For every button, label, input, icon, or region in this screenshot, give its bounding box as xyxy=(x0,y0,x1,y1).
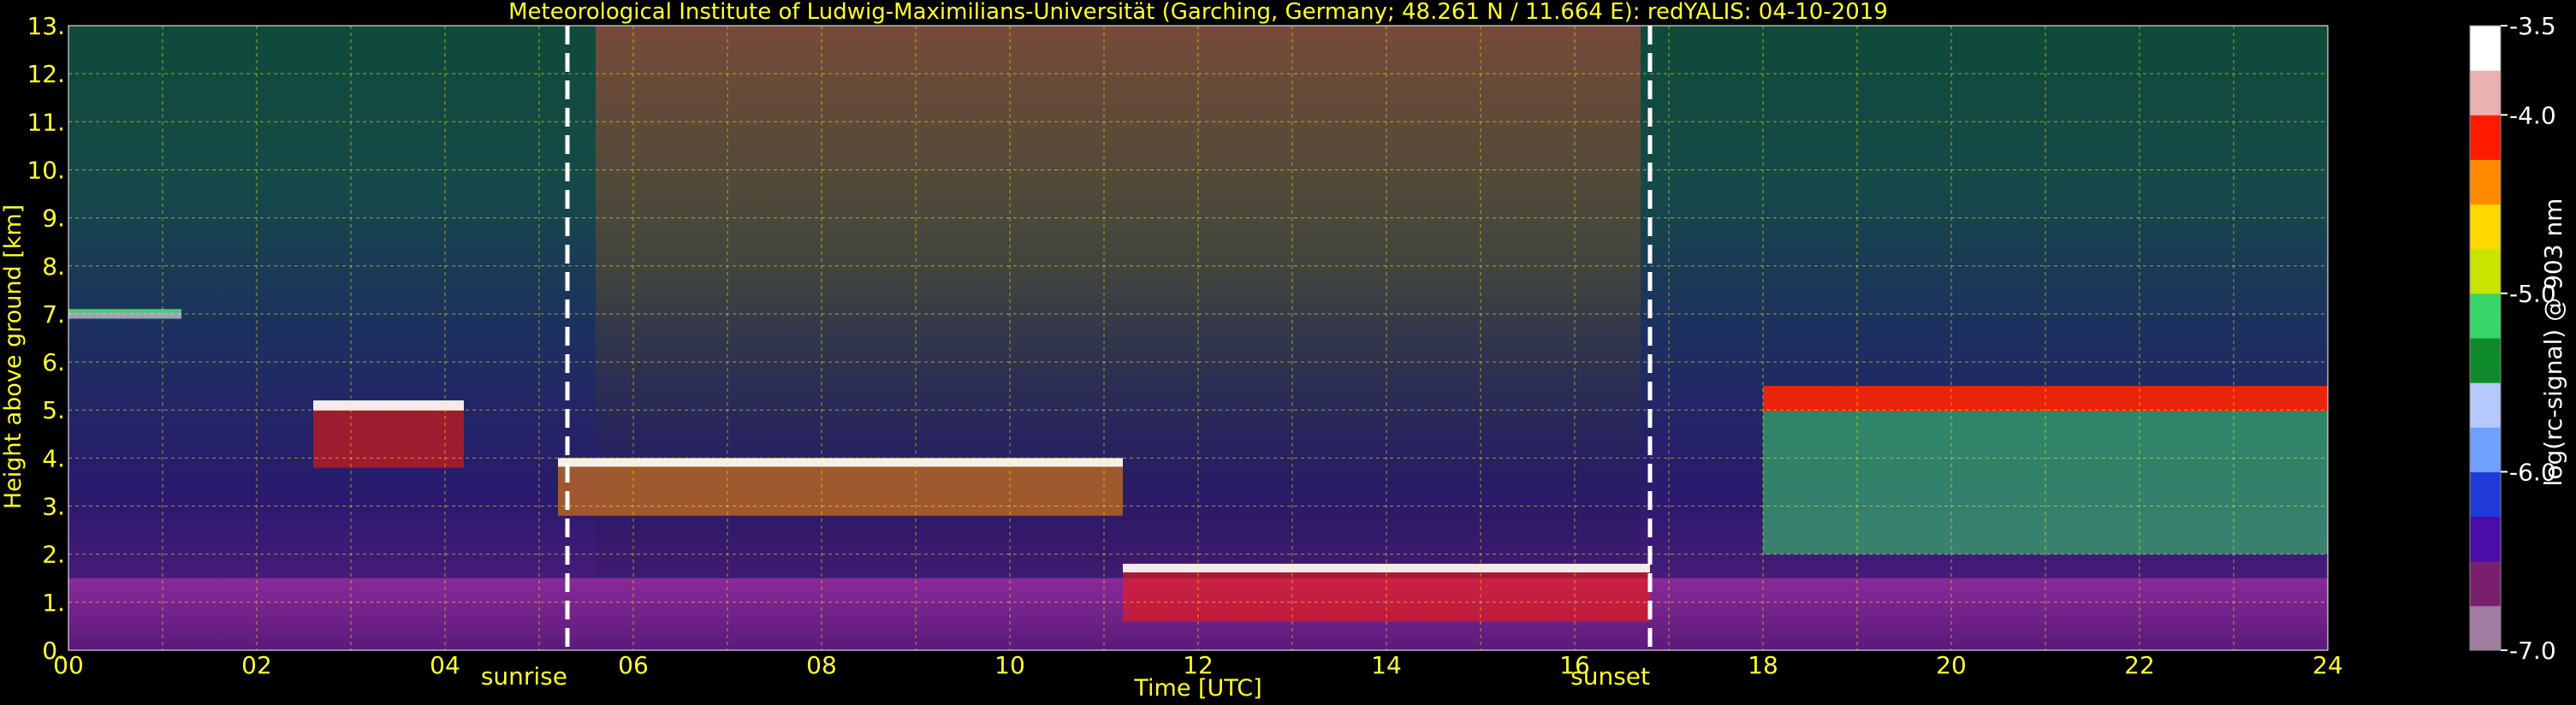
x-tick-label: 02 xyxy=(241,651,272,679)
colorbar-segment xyxy=(2470,204,2501,250)
colorbar-segment xyxy=(2470,516,2501,562)
x-tick-label: 04 xyxy=(430,651,460,679)
y-tick-label: 6. xyxy=(42,348,65,376)
colorbar-segment xyxy=(2470,248,2501,294)
y-tick-label: 4. xyxy=(42,444,65,472)
cloud-top-cloud-mid xyxy=(313,400,464,411)
marker-label-sunrise: sunrise xyxy=(481,662,567,690)
colorbar-tick-label: -7.0 xyxy=(2509,637,2556,665)
y-tick-label: 10. xyxy=(27,156,65,184)
colorbar-segment xyxy=(2470,115,2501,160)
x-axis-label: Time [UTC] xyxy=(1133,675,1261,702)
x-tick-label: 24 xyxy=(2312,651,2343,679)
colorbar-segment xyxy=(2470,560,2501,607)
y-tick-label: 5. xyxy=(42,396,65,424)
x-tick-label: 10 xyxy=(994,651,1025,679)
x-tick-label: 20 xyxy=(1936,651,1967,679)
y-tick-label: 0. xyxy=(42,637,65,665)
x-tick-label: 16 xyxy=(1559,651,1590,679)
colorbar-segment xyxy=(2470,471,2501,518)
y-tick-label: 8. xyxy=(42,252,65,281)
y-tick-label: 12. xyxy=(27,60,65,88)
y-tick-label: 7. xyxy=(42,300,65,329)
y-tick-label: 9. xyxy=(42,204,65,233)
colorbar-segment xyxy=(2470,26,2501,71)
colorbar-segment xyxy=(2470,382,2501,428)
heatmap-layer xyxy=(68,26,2328,650)
colorbar-segment xyxy=(2470,159,2501,205)
colorbar-segment xyxy=(2470,605,2501,651)
x-tick-label: 18 xyxy=(1748,651,1778,679)
y-tick-label: 2. xyxy=(42,541,65,569)
x-tick-label: 22 xyxy=(2124,651,2155,679)
lidar-figure: sunrise sunset 00 02 04 06 08 10 12 14 16 18 20 22 24… xyxy=(0,0,2567,702)
y-tick-label: 3. xyxy=(42,493,65,521)
colorbar-segment xyxy=(2470,338,2501,383)
colorbar-segment xyxy=(2470,427,2501,472)
colorbar-segment xyxy=(2470,70,2501,116)
y-tick-label: 11. xyxy=(27,108,65,136)
y-tick-label: 1. xyxy=(42,589,65,617)
y-axis-ticks: 0. 1. 2. 3. 4. 5. 6. 7. 8. 9. 10. 11. 12. 13. xyxy=(27,12,65,665)
colorbar-label: log(rc-signal) @ 903 nm xyxy=(2539,198,2567,487)
y-tick-label: 13. xyxy=(27,12,65,40)
colorbar-tick-label: -4.0 xyxy=(2509,101,2556,129)
daytime-noise xyxy=(596,26,1641,650)
chart-title: Meteorological Institute of Ludwig-Maxim… xyxy=(508,0,1888,25)
x-tick-label: 14 xyxy=(1371,651,1402,679)
colorbar-tick-label: -3.5 xyxy=(2509,12,2556,40)
y-axis-label: Height above ground [km] xyxy=(0,204,27,509)
colorbar-segment xyxy=(2470,293,2501,339)
x-tick-label: 06 xyxy=(618,651,649,679)
x-tick-label: 08 xyxy=(806,651,837,679)
cloud-top-cirrus-early xyxy=(68,309,181,313)
cloud-top-cloud-descending xyxy=(558,458,1123,467)
